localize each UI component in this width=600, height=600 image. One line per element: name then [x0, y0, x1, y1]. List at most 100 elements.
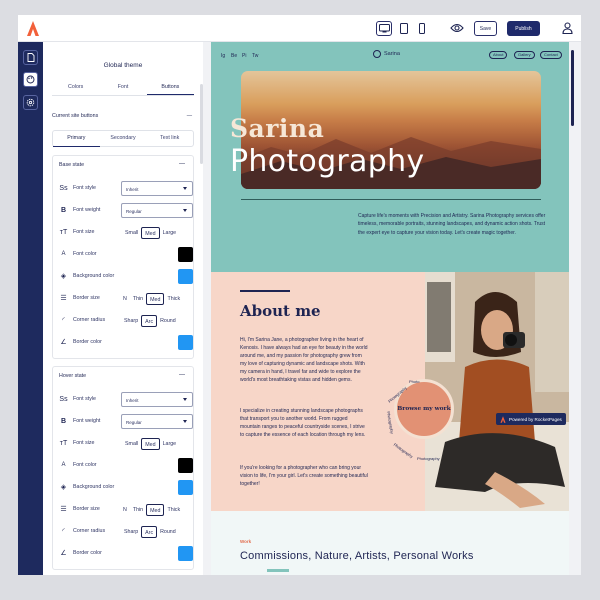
chevron-down-icon	[183, 187, 187, 190]
twitter-icon[interactable]: Tw	[252, 53, 258, 59]
border-size-thin[interactable]: Thin	[130, 293, 146, 305]
theme-panel: Global theme Colors Font Buttons Current…	[43, 42, 203, 575]
rocket-logo-icon[interactable]	[26, 21, 40, 36]
corner-radius-label: Corner radius	[73, 317, 106, 323]
site-preview[interactable]: Ig Be Pi Tw Sarina About Gallery Contact…	[211, 42, 569, 575]
font-color-icon: A	[61, 251, 66, 257]
font-size-small[interactable]: Small	[122, 227, 141, 239]
font-style-label: Font style	[73, 396, 96, 402]
font-style-label: Font style	[73, 185, 96, 191]
collapse-icon[interactable]: —	[179, 372, 185, 378]
font-color-label: Font color	[73, 251, 97, 257]
about-section: About me Hi, I'm Sarina Jane, a photogra…	[211, 272, 425, 511]
publish-button[interactable]: Publish	[507, 21, 540, 36]
subtab-text-link[interactable]: Text link	[146, 130, 193, 147]
corner-radius-icon: ◜	[62, 528, 65, 535]
tablet-view-button[interactable]	[396, 21, 412, 36]
font-color-swatch[interactable]	[178, 247, 193, 262]
border-size-icon: ☰	[60, 506, 67, 513]
mobile-view-button[interactable]	[414, 21, 430, 36]
eye-icon[interactable]	[450, 22, 464, 34]
border-color-row: ∠ Border color	[59, 546, 193, 562]
pages-button[interactable]	[23, 50, 38, 65]
theme-button[interactable]	[23, 72, 38, 87]
font-style-select[interactable]: Inherit	[121, 392, 193, 407]
font-weight-value: Regular	[126, 420, 142, 425]
mobile-icon	[419, 23, 425, 34]
tab-buttons[interactable]: Buttons	[146, 84, 194, 95]
border-size-icon: ☰	[60, 295, 67, 302]
bg-color-swatch[interactable]	[178, 480, 193, 495]
panel-title: Global theme	[103, 62, 143, 69]
bg-color-swatch[interactable]	[178, 269, 193, 284]
paint-bucket-icon: ◈	[60, 484, 67, 491]
tab-font[interactable]: Font	[99, 84, 146, 95]
nav-about[interactable]: About	[489, 51, 508, 59]
font-style-select[interactable]: Inherit	[121, 181, 193, 196]
font-weight-label: Font weight	[73, 418, 101, 424]
border-size-label: Border size	[73, 506, 100, 512]
font-size-med[interactable]: Med	[141, 437, 160, 450]
site-brand[interactable]: Sarina	[373, 50, 400, 58]
border-size-thick[interactable]: Thick	[164, 504, 183, 516]
subtab-secondary[interactable]: Secondary	[100, 130, 147, 147]
border-size-med[interactable]: Med	[146, 503, 165, 516]
corner-radius-round[interactable]: Round	[157, 526, 179, 538]
save-button[interactable]: Save	[474, 21, 497, 36]
nav-gallery[interactable]: Gallery	[514, 51, 535, 59]
border-color-label: Border color	[73, 339, 102, 345]
section-header[interactable]: Current site buttons —	[52, 113, 194, 119]
powered-by-badge[interactable]: Powered by RocketPages	[496, 413, 566, 425]
border-size-segment: N Thin Med Thick	[120, 292, 183, 305]
desktop-view-button[interactable]	[376, 21, 392, 36]
ring-label-1: Photo	[409, 379, 420, 384]
corner-radius-sharp[interactable]: Sharp	[121, 315, 141, 327]
works-section: Work Commissions, Nature, Artists, Perso…	[211, 511, 569, 575]
border-size-thick[interactable]: Thick	[164, 293, 183, 305]
about-rule	[240, 290, 290, 292]
border-size-none[interactable]: N	[120, 504, 130, 516]
corner-radius-arc[interactable]: Arc	[141, 525, 158, 538]
settings-button[interactable]	[23, 95, 38, 110]
font-size-label: Font size	[73, 229, 95, 235]
border-size-thin[interactable]: Thin	[130, 504, 146, 516]
pinterest-icon[interactable]: Pi	[242, 53, 246, 59]
font-color-swatch[interactable]	[178, 458, 193, 473]
font-size-segment: Small Med Large	[122, 226, 179, 239]
font-size-med[interactable]: Med	[141, 226, 160, 239]
chevron-down-icon	[183, 398, 187, 401]
font-weight-row: B Font weight Regular	[59, 414, 193, 430]
user-icon[interactable]	[562, 22, 573, 34]
about-paragraph-3: If you're looking for a photographer who…	[240, 465, 368, 487]
tab-colors[interactable]: Colors	[52, 84, 99, 95]
border-size-none[interactable]: N	[120, 293, 130, 305]
font-weight-select[interactable]: Regular	[121, 203, 193, 218]
hero-title-line-2: Photography	[230, 144, 425, 179]
collapse-icon[interactable]: —	[179, 161, 185, 167]
hero-title-line-1: Sarina	[230, 114, 325, 143]
chevron-down-icon	[183, 209, 187, 212]
font-size-icon: тT	[59, 440, 68, 447]
nav-contact[interactable]: Contact	[540, 51, 562, 59]
panel-scrollbar[interactable]	[200, 84, 203, 164]
border-color-swatch[interactable]	[178, 335, 193, 350]
top-bar: Save Publish	[18, 15, 581, 42]
font-size-large[interactable]: Large	[160, 438, 180, 450]
instagram-icon[interactable]: Ig	[221, 53, 225, 59]
bg-color-label: Background color	[73, 484, 115, 490]
border-size-med[interactable]: Med	[146, 292, 165, 305]
font-size-small[interactable]: Small	[122, 438, 141, 450]
corner-radius-arc[interactable]: Arc	[141, 314, 158, 327]
border-color-swatch[interactable]	[178, 546, 193, 561]
chevron-down-icon	[183, 420, 187, 423]
font-weight-select[interactable]: Regular	[121, 414, 193, 429]
preview-scrollbar[interactable]	[571, 50, 574, 126]
collapse-icon[interactable]: —	[187, 113, 192, 119]
ring-label-5: Photography	[417, 456, 440, 461]
font-size-large[interactable]: Large	[160, 227, 180, 239]
subtab-primary[interactable]: Primary	[53, 130, 100, 147]
behance-icon[interactable]: Be	[231, 53, 237, 59]
corner-radius-round[interactable]: Round	[157, 315, 179, 327]
corner-radius-sharp[interactable]: Sharp	[121, 526, 141, 538]
hero-divider	[241, 199, 541, 200]
